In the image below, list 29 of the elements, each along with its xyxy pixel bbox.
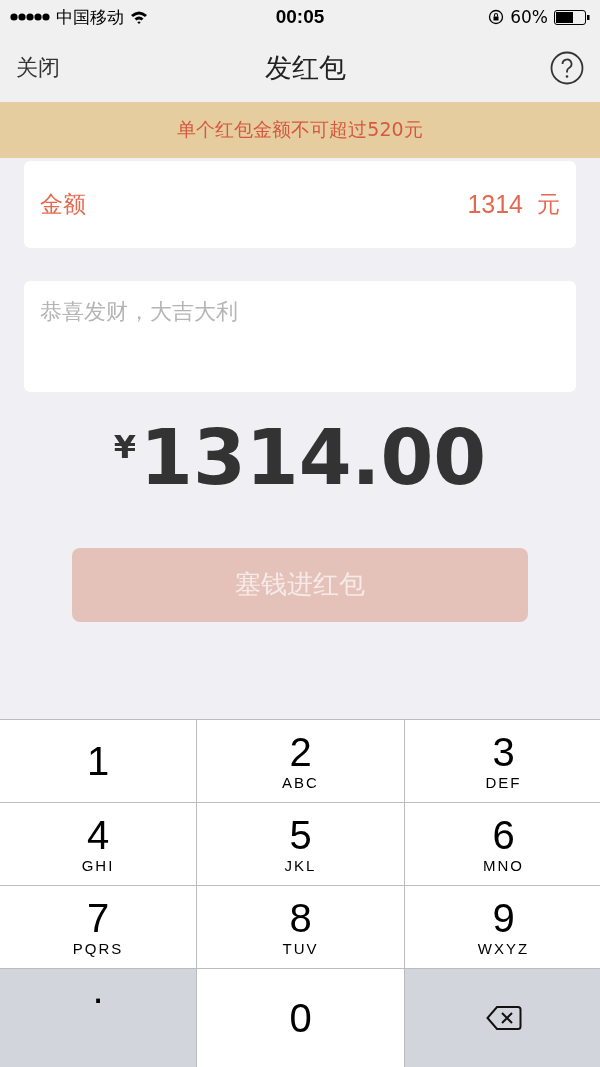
keypad-key[interactable]: 8 TUV: [197, 886, 404, 968]
close-link[interactable]: 关闭: [16, 53, 60, 83]
keypad-key[interactable]: .: [0, 969, 196, 1067]
clock-time: 00:05: [275, 6, 325, 28]
keypad-key[interactable]: 9 WXYZ: [405, 886, 600, 968]
keypad-key[interactable]: 6 MNO: [405, 803, 600, 885]
message-field[interactable]: 恭喜发财，大吉大利: [24, 281, 576, 392]
limit-notice: 单个红包金额不可超过520元: [0, 102, 600, 158]
amount-value: 1314: [467, 190, 523, 219]
keypad-key[interactable]: 2 ABC: [197, 720, 404, 802]
currency-symbol: ¥: [113, 428, 137, 466]
carrier-name: 中国移动: [56, 5, 124, 29]
keypad-key[interactable]: 1: [0, 720, 196, 802]
keypad-key[interactable]: 4 GHI: [0, 803, 196, 885]
backspace-icon: [485, 1005, 522, 1031]
keypad-key[interactable]: 5 JKL: [197, 803, 404, 885]
keypad-key[interactable]: 0: [197, 969, 404, 1067]
keypad-key[interactable]: 3 DEF: [405, 720, 600, 802]
battery-icon: [554, 9, 590, 25]
signal-icon: [10, 12, 50, 22]
page-title: 发红包: [264, 51, 346, 85]
rotation-lock-icon: [488, 9, 505, 25]
total-amount: 1314.00: [140, 416, 487, 500]
amount-label: 金额: [40, 190, 86, 219]
amount-unit: 元: [537, 190, 560, 219]
help-icon[interactable]: [550, 51, 584, 85]
wifi-icon: [130, 10, 148, 24]
keypad-key[interactable]: 7 PQRS: [0, 886, 196, 968]
battery-percentage: 60%: [510, 7, 548, 27]
